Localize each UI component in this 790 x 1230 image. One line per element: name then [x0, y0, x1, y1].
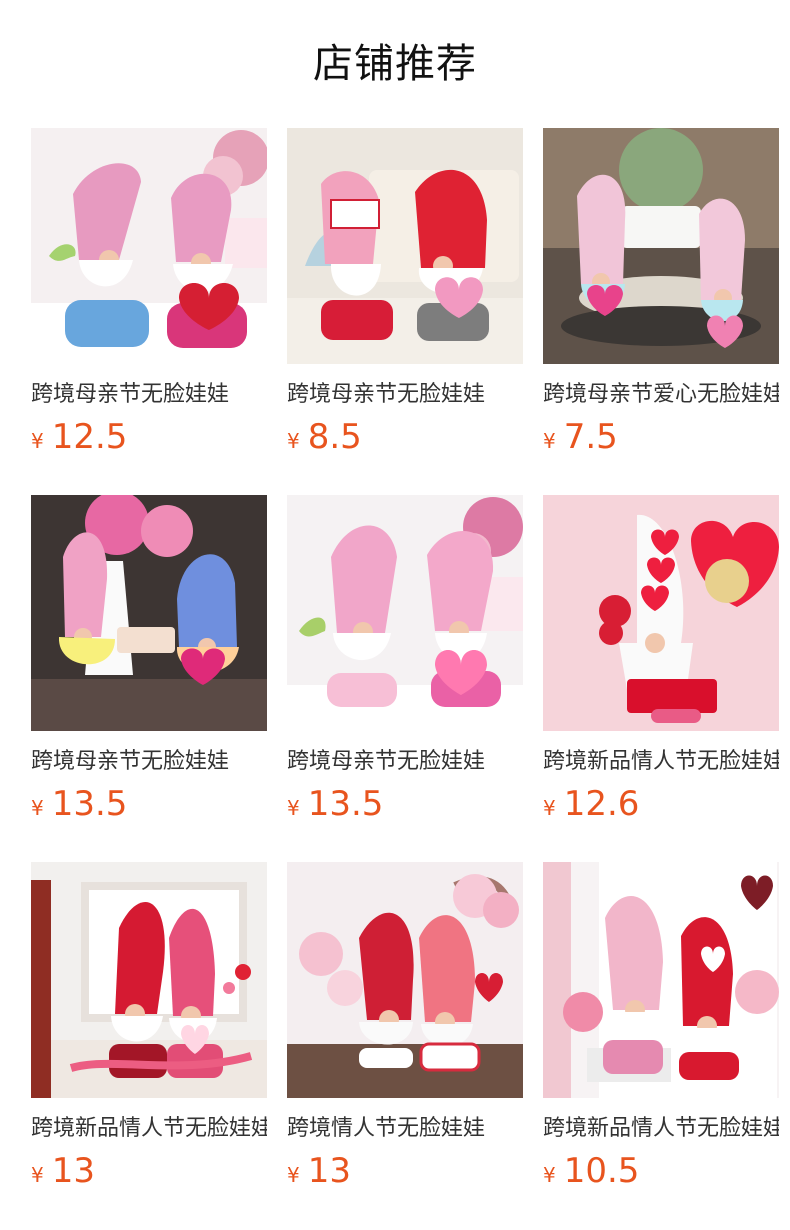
product-price: 7.5 [563, 417, 618, 457]
product-image[interactable] [543, 495, 779, 731]
price-row: ¥ 13.5 [287, 782, 523, 826]
product-title[interactable]: 跨境母亲节无脸娃娃 [31, 379, 267, 411]
product-price: 13.5 [51, 784, 128, 824]
price-row: ¥ 13 [287, 1149, 523, 1193]
store-recommendations-page: 店铺推荐 跨境母亲节无脸娃娃 ¥ 12.5 跨境母亲节无脸娃娃 ¥ 8.5 跨境… [0, 0, 790, 1230]
product-image[interactable] [287, 495, 523, 731]
price-row: ¥ 13.5 [31, 782, 267, 826]
product-title[interactable]: 跨境新品情人节无脸娃娃 [543, 746, 779, 778]
product-title[interactable]: 跨境母亲节无脸娃娃 [31, 746, 267, 778]
currency-symbol: ¥ [287, 796, 300, 820]
product-card[interactable]: 跨境新品情人节无脸娃娃 ¥ 13 [31, 862, 267, 1203]
product-price: 12.5 [51, 417, 128, 457]
currency-symbol: ¥ [287, 429, 300, 453]
product-card[interactable]: 跨境母亲节无脸娃娃 ¥ 13.5 [287, 495, 523, 836]
product-image[interactable] [543, 128, 779, 364]
currency-symbol: ¥ [543, 796, 556, 820]
currency-symbol: ¥ [31, 796, 44, 820]
product-price: 10.5 [563, 1151, 640, 1191]
product-card[interactable]: 跨境新品情人节无脸娃娃 ¥ 10.5 [543, 862, 779, 1203]
product-card[interactable]: 跨境母亲节无脸娃娃 ¥ 8.5 [287, 128, 523, 469]
product-title[interactable]: 跨境新品情人节无脸娃娃 [543, 1113, 779, 1145]
product-image[interactable] [287, 862, 523, 1098]
product-image[interactable] [543, 862, 779, 1098]
currency-symbol: ¥ [31, 1163, 44, 1187]
price-row: ¥ 8.5 [287, 415, 523, 459]
product-title[interactable]: 跨境情人节无脸娃娃 [287, 1113, 523, 1145]
currency-symbol: ¥ [543, 1163, 556, 1187]
product-title[interactable]: 跨境母亲节无脸娃娃 [287, 379, 523, 411]
product-price: 8.5 [307, 417, 362, 457]
product-card[interactable]: 跨境母亲节爱心无脸娃娃 ¥ 7.5 [543, 128, 779, 469]
currency-symbol: ¥ [31, 429, 44, 453]
product-price: 13 [51, 1151, 95, 1191]
product-title[interactable]: 跨境母亲节爱心无脸娃娃 [543, 379, 779, 411]
product-image[interactable] [31, 495, 267, 731]
product-image[interactable] [31, 128, 267, 364]
product-price: 13 [307, 1151, 351, 1191]
section-title: 店铺推荐 [313, 41, 477, 87]
price-row: ¥ 10.5 [543, 1149, 779, 1193]
product-price: 12.6 [563, 784, 640, 824]
currency-symbol: ¥ [287, 1163, 300, 1187]
product-price: 13.5 [307, 784, 384, 824]
currency-symbol: ¥ [543, 429, 556, 453]
product-image[interactable] [31, 862, 267, 1098]
product-image[interactable] [287, 128, 523, 364]
product-card[interactable]: 跨境母亲节无脸娃娃 ¥ 13.5 [31, 495, 267, 836]
product-grid: 跨境母亲节无脸娃娃 ¥ 12.5 跨境母亲节无脸娃娃 ¥ 8.5 跨境母亲节爱心… [31, 128, 790, 1203]
product-card[interactable]: 跨境情人节无脸娃娃 ¥ 13 [287, 862, 523, 1203]
price-row: ¥ 7.5 [543, 415, 779, 459]
product-title[interactable]: 跨境新品情人节无脸娃娃 [31, 1113, 267, 1145]
product-card[interactable]: 跨境母亲节无脸娃娃 ¥ 12.5 [31, 128, 267, 469]
price-row: ¥ 12.5 [31, 415, 267, 459]
product-title[interactable]: 跨境母亲节无脸娃娃 [287, 746, 523, 778]
price-row: ¥ 13 [31, 1149, 267, 1193]
product-card[interactable]: 跨境新品情人节无脸娃娃 ¥ 12.6 [543, 495, 779, 836]
price-row: ¥ 12.6 [543, 782, 779, 826]
